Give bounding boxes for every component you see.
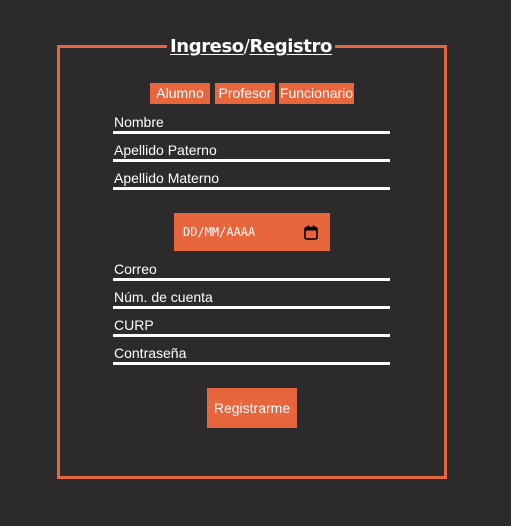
register-link[interactable]: Registro bbox=[249, 36, 332, 57]
contrasena-field[interactable]: Contraseña bbox=[113, 342, 390, 365]
role-button-profesor[interactable]: Profesor bbox=[215, 83, 275, 104]
apellido-paterno-field[interactable]: Apellido Paterno bbox=[113, 139, 390, 162]
apellido-materno-field[interactable]: Apellido Materno bbox=[113, 167, 390, 190]
birthdate-input[interactable]: DD/MM/AAAA bbox=[174, 213, 330, 251]
apellido-paterno-label: Apellido Paterno bbox=[114, 142, 217, 158]
role-selector: Alumno Profesor Funcionario bbox=[0, 83, 511, 104]
role-button-funcionario[interactable]: Funcionario bbox=[279, 83, 354, 104]
apellido-materno-label: Apellido Materno bbox=[114, 170, 220, 186]
role-button-alumno[interactable]: Alumno bbox=[150, 83, 210, 104]
curp-field[interactable]: CURP bbox=[113, 314, 390, 337]
nombre-field[interactable]: Nombre bbox=[113, 111, 390, 134]
correo-field[interactable]: Correo bbox=[113, 258, 390, 281]
num-cuenta-field[interactable]: Núm. de cuenta bbox=[113, 286, 390, 309]
nombre-label: Nombre bbox=[114, 114, 164, 130]
contrasena-label: Contraseña bbox=[114, 345, 187, 361]
num-cuenta-label: Núm. de cuenta bbox=[114, 289, 213, 305]
register-button[interactable]: Registrarme bbox=[207, 388, 297, 428]
form-legend: Ingreso/Registro bbox=[167, 36, 335, 58]
curp-label: CURP bbox=[114, 317, 154, 333]
calendar-icon[interactable] bbox=[304, 225, 318, 240]
birthdate-placeholder: DD/MM/AAAA bbox=[183, 225, 256, 239]
login-link[interactable]: Ingreso bbox=[170, 36, 244, 57]
correo-label: Correo bbox=[114, 261, 157, 277]
